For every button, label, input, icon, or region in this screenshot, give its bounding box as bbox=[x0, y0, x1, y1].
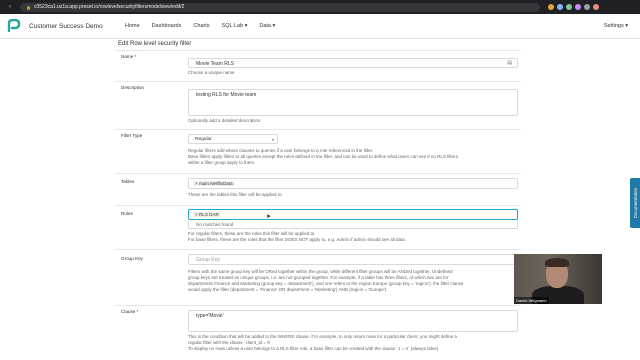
description-value: testing RLS for Movie team bbox=[196, 92, 257, 98]
filter-type-label: Filter Type bbox=[121, 133, 143, 138]
tables-row: Tables × main.NetflixData These are the … bbox=[115, 173, 521, 205]
roles-help-2: For base filters, these are the roles th… bbox=[188, 237, 407, 242]
chevron-down-icon: ▾ bbox=[271, 137, 274, 142]
menu-data[interactable]: Data ▾ bbox=[253, 23, 281, 29]
filter-type-value: Regular bbox=[195, 137, 212, 142]
clause-label: Clause * bbox=[121, 309, 139, 314]
browser-nav: ‹ bbox=[0, 4, 18, 10]
clause-value: type='Movie' bbox=[196, 313, 224, 319]
group-key-label: Group Key bbox=[121, 256, 143, 261]
tables-help: These are the tables this filter will be… bbox=[188, 192, 283, 197]
mouse-cursor-icon: ➤ bbox=[266, 214, 272, 220]
name-field-wrap: Movie Team RLS ▤ Choose a unique name bbox=[188, 58, 518, 76]
extensions-bar bbox=[548, 4, 599, 10]
roles-label: Roles bbox=[121, 211, 133, 216]
participant-hair bbox=[545, 258, 569, 267]
password-manager-icon[interactable]: ▤ bbox=[507, 60, 512, 66]
clause-textarea[interactable]: type='Movie' bbox=[188, 310, 518, 332]
extension-icon[interactable] bbox=[584, 4, 590, 10]
table-tag[interactable]: × main.NetflixData bbox=[193, 181, 235, 186]
roles-multiselect[interactable]: × RLS DAR bbox=[188, 209, 518, 220]
back-icon[interactable]: ‹ bbox=[9, 4, 11, 10]
description-label: Description bbox=[121, 85, 144, 90]
role-tag[interactable]: × RLS DAR bbox=[193, 212, 221, 217]
roles-field-wrap: × RLS DAR No matches found For regular f… bbox=[188, 209, 518, 243]
documentation-label: Documentation bbox=[632, 187, 638, 219]
group-key-input[interactable]: Group Key bbox=[188, 254, 518, 265]
settings-menu[interactable]: Settings ▾ bbox=[604, 23, 628, 29]
description-field-wrap: testing RLS for Movie team Optionally ad… bbox=[188, 89, 518, 124]
page-title: Edit Row level security filter bbox=[118, 41, 192, 47]
filter-type-field-wrap: Regular ▾ Regular filters add where clau… bbox=[188, 134, 518, 166]
tables-field-wrap: × main.NetflixData These are the tables … bbox=[188, 178, 518, 198]
tables-multiselect[interactable]: × main.NetflixData bbox=[188, 178, 518, 189]
menu-dashboards[interactable]: Dashboards bbox=[146, 23, 188, 29]
extension-icon[interactable] bbox=[557, 4, 563, 10]
lock-icon: 🔒 bbox=[26, 4, 31, 10]
description-row: Description testing RLS for Movie team O… bbox=[115, 81, 521, 125]
main-menu: Home Dashboards Charts SQL Lab ▾ Data ▾ bbox=[119, 23, 281, 29]
clause-row: Clause * type='Movie' This is the condit… bbox=[115, 305, 521, 360]
menu-home[interactable]: Home bbox=[119, 23, 146, 29]
group-key-help-4: would apply the filter (department = 'Fi… bbox=[188, 287, 388, 292]
menu-sql-lab[interactable]: SQL Lab ▾ bbox=[216, 23, 254, 29]
participant-name: Daniel Wegmann bbox=[514, 297, 549, 304]
documentation-tab[interactable]: Documentation bbox=[630, 178, 640, 228]
app-navbar: Customer Success Demo Home Dashboards Ch… bbox=[0, 14, 640, 39]
group-key-field-wrap: Group Key Filters with the same group ke… bbox=[188, 254, 518, 293]
description-textarea[interactable]: testing RLS for Movie team bbox=[188, 89, 518, 116]
name-row: Name * Movie Team RLS ▤ Choose a unique … bbox=[115, 50, 521, 80]
extension-icon[interactable] bbox=[548, 4, 554, 10]
name-help: Choose a unique name bbox=[188, 70, 235, 75]
menu-charts[interactable]: Charts bbox=[187, 23, 215, 29]
no-matches-text: No matches found bbox=[196, 222, 234, 227]
video-call-tile: Daniel Wegmann bbox=[514, 254, 602, 304]
name-value: Movie Team RLS bbox=[196, 61, 234, 67]
filter-type-help-3: within a filter group apply to them. bbox=[188, 160, 256, 165]
clause-field-wrap: type='Movie' This is the condition that … bbox=[188, 310, 518, 352]
edit-form-panel: Edit Row level security filter Name * Mo… bbox=[112, 39, 524, 360]
name-label: Name * bbox=[121, 54, 137, 59]
group-key-row: Group Key Group Key Filters with the sam… bbox=[115, 249, 521, 303]
url-text: c0523ca1.us1a.app.preset.io/rowlevelsecu… bbox=[33, 4, 185, 10]
name-input[interactable]: Movie Team RLS ▤ bbox=[188, 58, 518, 68]
group-key-placeholder: Group Key bbox=[196, 257, 220, 263]
extension-icon[interactable] bbox=[575, 4, 581, 10]
browser-toolbar: ‹ 🔒 c0523ca1.us1a.app.preset.io/rowlevel… bbox=[0, 0, 640, 14]
filter-type-row: Filter Type Regular ▾ Regular filters ad… bbox=[115, 129, 521, 173]
profile-avatar[interactable] bbox=[593, 4, 599, 10]
roles-row: Roles × RLS DAR No matches found For reg… bbox=[115, 205, 521, 249]
description-help: Optionally add a detailed description bbox=[188, 118, 261, 123]
extension-icon[interactable] bbox=[566, 4, 572, 10]
address-bar[interactable]: 🔒 c0523ca1.us1a.app.preset.io/rowlevelse… bbox=[20, 2, 540, 12]
preset-logo[interactable] bbox=[6, 19, 21, 34]
roles-dropdown: No matches found bbox=[188, 220, 518, 229]
filter-type-select[interactable]: Regular ▾ bbox=[188, 134, 278, 144]
app-name: Customer Success Demo bbox=[29, 22, 103, 30]
tables-label: Tables bbox=[121, 179, 135, 184]
clause-help-3: To display no rows unless a user belongs… bbox=[188, 346, 440, 351]
